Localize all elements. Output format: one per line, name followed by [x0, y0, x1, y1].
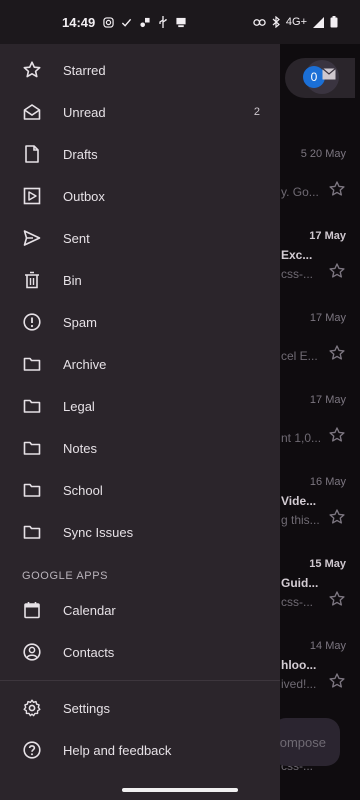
- drawer-item-label: Starred: [63, 62, 106, 78]
- row-date: 17 May: [309, 312, 346, 324]
- drawer-item-sync-issues[interactable]: Sync Issues: [0, 511, 280, 553]
- trash-icon: [22, 270, 42, 290]
- drawer-item-label: Legal: [63, 398, 95, 414]
- row-subject: Guid...: [281, 576, 319, 590]
- network-label: 4G+: [285, 16, 307, 28]
- row-date: 15 May: [309, 558, 346, 570]
- gear-icon: [22, 698, 42, 718]
- send-icon: [22, 228, 42, 248]
- compose-button: ompose: [272, 718, 340, 766]
- drawer-item-archive[interactable]: Archive: [0, 343, 280, 385]
- help-icon: [22, 740, 42, 760]
- mail-icon: [322, 68, 336, 80]
- drawer-item-label: Contacts: [63, 644, 115, 660]
- usb-icon: [159, 16, 167, 28]
- unread-count: 2: [253, 106, 260, 118]
- drawer-item-label: School: [63, 482, 103, 498]
- system-icons: 4G+: [253, 16, 338, 28]
- link-icon: [253, 18, 266, 26]
- drawer-item-label: Unread: [63, 104, 106, 120]
- row-star-icon: [329, 263, 345, 278]
- drawer-item-starred[interactable]: Starred: [0, 49, 280, 91]
- instagram-icon: [103, 16, 114, 28]
- star-icon: [22, 60, 42, 80]
- folder-icon: [22, 354, 42, 374]
- shapes-icon: [140, 17, 150, 27]
- drawer-item-label: Drafts: [63, 146, 98, 162]
- row-star-icon: [329, 673, 345, 688]
- notification-icons: [103, 16, 187, 28]
- drawer-item-notes[interactable]: Notes: [0, 427, 280, 469]
- drawer-item-label: Outbox: [63, 188, 105, 204]
- drawer-item-label: Sync Issues: [63, 524, 134, 540]
- folder-icon: [22, 522, 42, 542]
- spam-icon: [22, 312, 42, 332]
- status-bar: 14:49 4G+: [0, 0, 360, 44]
- row-star-icon: [329, 181, 345, 196]
- drawer-item-school[interactable]: School: [0, 469, 280, 511]
- divider: [0, 680, 280, 681]
- drawer-item-unread[interactable]: Unread 2: [0, 91, 280, 133]
- section-google-apps: GOOGLE APPS: [22, 570, 109, 582]
- contacts-icon: [22, 642, 42, 662]
- row-star-icon: [329, 345, 345, 360]
- drawer-item-label: Help and feedback: [63, 742, 172, 758]
- drawer-item-bin[interactable]: Bin: [0, 259, 280, 301]
- drawer-item-sent[interactable]: Sent: [0, 217, 280, 259]
- folder-icon: [22, 396, 42, 416]
- row-subject: Exc...: [281, 248, 313, 262]
- row-star-icon: [329, 509, 345, 524]
- drawer-item-legal[interactable]: Legal: [0, 385, 280, 427]
- calendar-icon: [22, 600, 42, 620]
- row-subject: Vide...: [281, 494, 317, 508]
- drawer-item-label: Calendar: [63, 602, 116, 618]
- signal-icon: [313, 16, 324, 28]
- drawer-item-label: Bin: [63, 272, 82, 288]
- row-subject: hloo...: [281, 658, 317, 672]
- compose-label: ompose: [279, 734, 326, 750]
- open-envelope-icon: [22, 102, 42, 122]
- gesture-bar[interactable]: [122, 788, 238, 792]
- drawer-item-drafts[interactable]: Drafts: [0, 133, 280, 175]
- cast-icon: [176, 17, 186, 27]
- row-date: 14 May: [309, 640, 346, 652]
- row-date: 17 May: [309, 394, 346, 406]
- folder-icon: [22, 438, 42, 458]
- draft-icon: [22, 144, 42, 164]
- row-date: 17 May: [309, 230, 346, 242]
- outbox-icon: [22, 186, 42, 206]
- drawer-app-contacts[interactable]: Contacts: [0, 631, 280, 673]
- drawer-item-spam[interactable]: Spam: [0, 301, 280, 343]
- drawer-footer-settings[interactable]: Settings: [0, 687, 280, 729]
- drawer-item-label: Sent: [63, 230, 90, 246]
- battery-icon: [330, 16, 338, 28]
- navigation-drawer: Starred Unread 2 Drafts Outbox Sent Bin Spam Arc…: [0, 44, 280, 800]
- drawer-item-label: Notes: [63, 440, 97, 456]
- drawer-app-calendar[interactable]: Calendar: [0, 589, 280, 631]
- bluetooth-icon: [272, 16, 280, 28]
- folder-icon: [22, 480, 42, 500]
- row-star-icon: [329, 427, 345, 442]
- drawer-item-label: Archive: [63, 356, 107, 372]
- check-icon: [122, 18, 132, 27]
- status-time: 14:49: [62, 14, 96, 30]
- row-date: 16 May: [309, 476, 346, 488]
- drawer-item-outbox[interactable]: Outbox: [0, 175, 280, 217]
- drawer-item-label: Settings: [63, 700, 110, 716]
- drawer-item-label: Spam: [63, 314, 97, 330]
- drawer-footer-help-and-feedback[interactable]: Help and feedback: [0, 729, 280, 771]
- row-date: 5 20 May: [300, 148, 346, 160]
- row-star-icon: [329, 591, 345, 606]
